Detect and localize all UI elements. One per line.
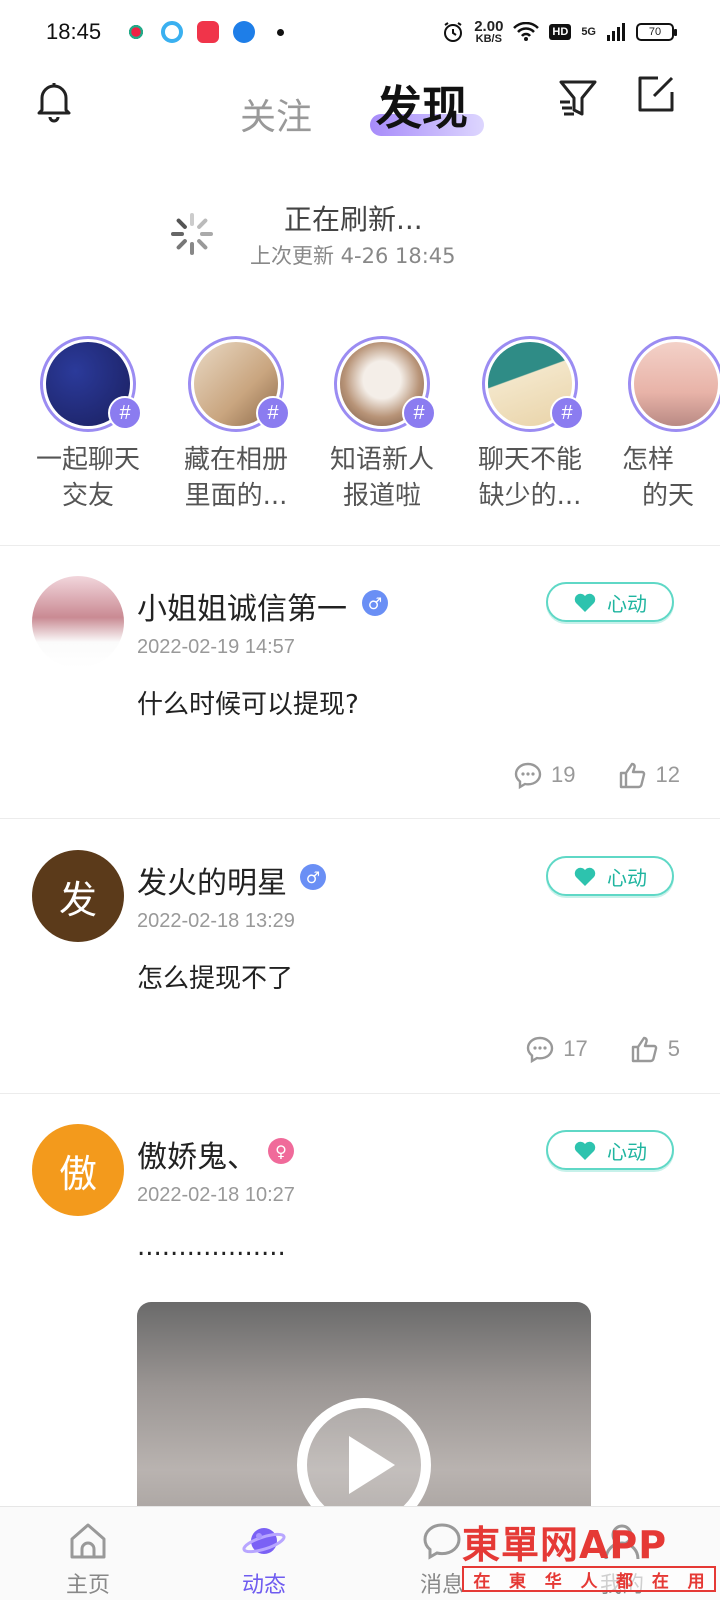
avatar[interactable]: 傲 <box>32 1124 124 1216</box>
post-stats: 17 5 <box>525 1034 680 1064</box>
post-text: 怎么提现不了 <box>137 964 294 994</box>
topic-name: 聊天不能 缺少的... <box>477 445 582 511</box>
heart-button-label: 心动 <box>607 1139 647 1164</box>
post-stats: 19 12 <box>513 760 680 790</box>
heart-button[interactable]: 心动 <box>546 1130 674 1170</box>
male-gender-icon: ♂ <box>300 864 326 890</box>
divider <box>0 545 720 546</box>
status-bar: 18:45 2.00 KB/S HD 5G 70 <box>0 0 720 64</box>
status-time: 18:45 <box>46 19 102 44</box>
net-speed-value: 2.00 <box>474 18 504 35</box>
heart-button-label: 心动 <box>607 591 647 616</box>
watermark-title: 東單网APP <box>462 1523 668 1567</box>
like-count: 5 <box>667 1036 680 1061</box>
app-notification-icon <box>125 21 148 43</box>
topic-name: 藏在相册 里面的... <box>183 445 288 511</box>
cloud-notification-icon <box>161 21 184 43</box>
loading-spinner-icon <box>171 213 213 255</box>
divider <box>0 1093 720 1094</box>
planet-icon <box>242 1528 286 1554</box>
tab-follow[interactable]: 关注 <box>240 88 312 140</box>
post-time: 2022-02-18 10:27 <box>137 1184 295 1206</box>
avatar[interactable] <box>32 576 124 668</box>
bell-icon[interactable] <box>34 78 74 124</box>
like-count: 12 <box>655 762 680 787</box>
signal-icon <box>607 23 625 41</box>
filter-icon[interactable] <box>558 76 598 120</box>
post-card[interactable]: 傲 傲娇鬼、 ♀ 2022-02-18 10:27 心动 ...........… <box>0 1124 720 1506</box>
message-icon <box>423 1523 461 1560</box>
refresh-last-updated: 上次更新 4-26 18:45 <box>250 244 456 268</box>
post-author-name[interactable]: 小姐姐诚信第一 <box>137 584 347 628</box>
alarm-icon <box>444 22 463 42</box>
comment-icon[interactable] <box>513 760 543 790</box>
wifi-icon <box>513 22 540 41</box>
tab-discover-label: 发现 <box>376 81 468 135</box>
video-thumbnail[interactable] <box>137 1302 591 1506</box>
watermark-logo: 東單网APP 在東华人都在用 <box>462 1514 718 1596</box>
more-notifications-dot <box>277 28 285 36</box>
network-speed: 2.00 KB/S <box>474 19 503 45</box>
divider <box>0 818 720 819</box>
comment-count: 19 <box>551 762 576 787</box>
topic-name: 知语新人 报道啦 <box>329 445 434 511</box>
hashtag-badge: # <box>256 396 290 430</box>
comment-icon[interactable] <box>525 1034 555 1064</box>
hashtag-badge: # <box>402 396 436 430</box>
browser-notification-icon <box>233 21 256 43</box>
topic-avatar <box>628 336 720 432</box>
topic-carousel: # 一起聊天 交友 # 藏在相册 里面的... # 知语新人 报道啦 # 聊天不能 缺少… <box>0 336 720 536</box>
female-gender-icon: ♀ <box>268 1138 294 1164</box>
refresh-title: 正在刷新... <box>284 203 423 236</box>
net-speed-unit: KB/S <box>475 33 502 45</box>
video-notification-icon <box>197 21 220 43</box>
battery-indicator: 70 <box>636 23 677 41</box>
nav-feed[interactable]: 动态 <box>202 1507 322 1600</box>
post-author-name[interactable]: 发火的明星 <box>137 858 287 902</box>
post-card[interactable]: 发 发火的明星 ♂ 2022-02-18 13:29 心动 怎么提现不了 17 … <box>0 850 720 1090</box>
heart-button-label: 心动 <box>607 865 647 890</box>
hashtag-badge: # <box>108 396 142 430</box>
hd-badge: HD <box>549 24 572 40</box>
notification-icons <box>125 21 285 43</box>
header: 关注 发现 <box>0 64 720 154</box>
post-time: 2022-02-18 13:29 <box>137 910 295 932</box>
post-text: 什么时候可以提现? <box>137 690 359 720</box>
male-gender-icon: ♂ <box>362 590 388 616</box>
heart-button[interactable]: 心动 <box>546 856 674 896</box>
heart-icon <box>574 867 596 886</box>
avatar[interactable]: 发 <box>32 850 124 942</box>
play-icon[interactable] <box>297 1398 431 1506</box>
nav-feed-label: 动态 <box>241 1573 286 1598</box>
hashtag-badge: # <box>550 396 584 430</box>
like-icon[interactable] <box>630 1034 660 1064</box>
home-icon <box>70 1523 106 1559</box>
post-card[interactable]: 小姐姐诚信第一 ♂ 2022-02-19 14:57 心动 什么时候可以提现? … <box>0 576 720 816</box>
post-author-name[interactable]: 傲娇鬼、 <box>137 1132 257 1176</box>
pull-refresh-indicator: 正在刷新... 上次更新 4-26 18:45 <box>0 190 720 280</box>
heart-button[interactable]: 心动 <box>546 582 674 622</box>
nav-home[interactable]: 主页 <box>26 1507 146 1600</box>
like-icon[interactable] <box>618 760 648 790</box>
tab-discover[interactable]: 发现 <box>370 70 484 136</box>
edit-icon[interactable] <box>636 74 676 114</box>
watermark-slogan: 在東华人都在用 <box>462 1566 716 1592</box>
heart-icon <box>574 1141 596 1160</box>
signal-label: 5G <box>581 26 596 38</box>
post-time: 2022-02-19 14:57 <box>137 636 295 658</box>
topic-name: 一起聊天 交友 <box>35 445 140 511</box>
nav-home-label: 主页 <box>65 1573 110 1598</box>
comment-count: 17 <box>563 1036 588 1061</box>
post-text: .................. <box>137 1232 286 1262</box>
heart-icon <box>574 593 596 612</box>
topic-name: 怎样 的天 <box>622 445 695 511</box>
status-right: 2.00 KB/S HD 5G 70 <box>442 19 677 45</box>
